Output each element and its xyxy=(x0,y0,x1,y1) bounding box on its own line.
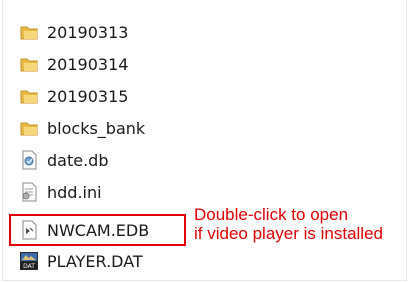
file-name: PLAYER.DAT xyxy=(47,251,143,271)
file-name: date.db xyxy=(47,150,109,170)
folder-icon xyxy=(20,58,38,72)
file-name: 20190315 xyxy=(47,86,129,106)
annotation-line-2: if video player is installed xyxy=(194,224,383,243)
folder-icon xyxy=(20,122,38,136)
folder-item-20190313[interactable]: 20190313 xyxy=(19,20,128,44)
ini-file-icon xyxy=(22,182,37,202)
file-item-hdd-ini[interactable]: hdd.ini xyxy=(19,180,102,204)
folder-item-20190314[interactable]: 20190314 xyxy=(19,52,128,76)
file-name: blocks_bank xyxy=(47,118,146,138)
folder-item-blocks-bank[interactable]: blocks_bank xyxy=(19,116,145,140)
highlight-box xyxy=(9,214,186,246)
folder-icon xyxy=(20,26,38,40)
annotation-callout: Double-click to open if video player is … xyxy=(194,205,383,243)
file-name: 20190314 xyxy=(47,54,129,74)
file-item-player-dat[interactable]: DAT PLAYER.DAT xyxy=(19,249,143,273)
file-item-date-db[interactable]: date.db xyxy=(19,148,108,172)
file-name: hdd.ini xyxy=(47,182,102,202)
folder-item-20190315[interactable]: 20190315 xyxy=(19,84,128,108)
file-name: 20190313 xyxy=(47,22,129,42)
folder-icon xyxy=(20,90,38,104)
annotation-line-1: Double-click to open xyxy=(194,205,349,224)
svg-text:DAT: DAT xyxy=(23,263,35,270)
dat-file-icon: DAT xyxy=(20,252,38,270)
db-file-icon xyxy=(22,150,37,170)
